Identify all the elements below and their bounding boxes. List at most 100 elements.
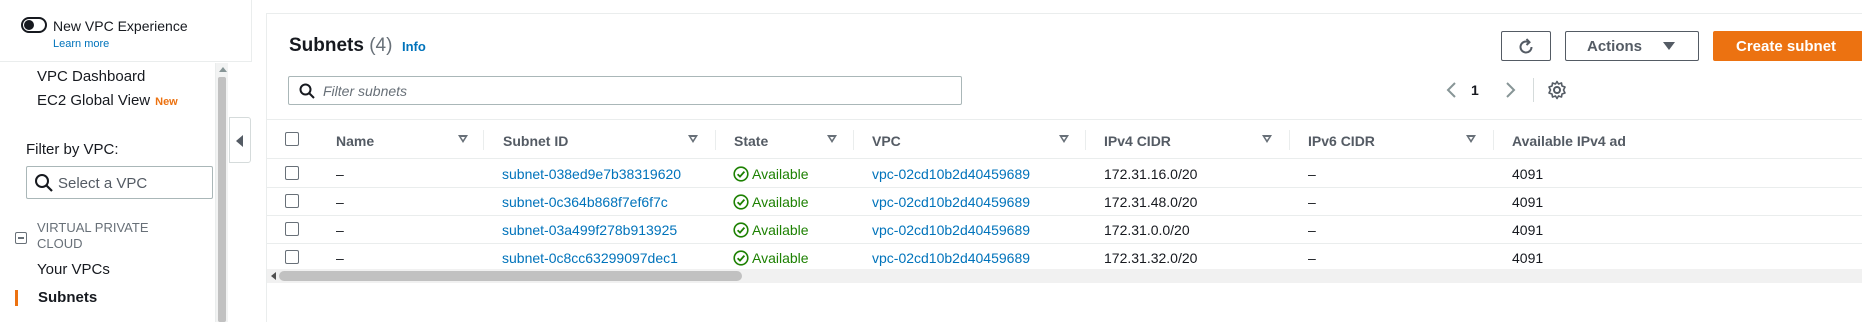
cell-ipv6-cidr: –	[1308, 222, 1316, 238]
cell-available-ipv4: 4091	[1512, 250, 1544, 266]
cell-vpc-link[interactable]: vpc-02cd10b2d40459689	[872, 222, 1030, 238]
row-checkbox[interactable]	[285, 166, 299, 180]
pagination-divider	[1533, 78, 1534, 102]
cell-ipv4-cidr: 172.31.32.0/20	[1104, 250, 1198, 266]
cell-subnet-id-link[interactable]: subnet-038ed9e7b38319620	[502, 166, 681, 182]
row-checkbox[interactable]	[285, 194, 299, 208]
table-row[interactable]: – subnet-038ed9e7b38319620 Available vpc…	[267, 160, 1862, 188]
column-header-subnet-id[interactable]: Subnet ID	[503, 133, 568, 149]
cell-subnet-id-link[interactable]: subnet-03a499f278b913925	[502, 222, 677, 238]
horizontal-scroll-thumb[interactable]	[279, 271, 742, 281]
cell-state: Available	[752, 250, 809, 266]
sidebar-item-label: EC2 Global View	[37, 92, 151, 109]
check-circle-icon	[733, 250, 749, 266]
current-page[interactable]: 1	[1471, 82, 1479, 98]
create-subnet-button[interactable]: Create subnet	[1713, 31, 1862, 61]
collapse-sidebar-button[interactable]	[229, 117, 251, 163]
column-header-name[interactable]: Name	[336, 133, 374, 149]
cell-name: –	[336, 222, 344, 238]
filter-placeholder: Filter subnets	[323, 83, 408, 99]
new-vpc-experience-toggle[interactable]	[21, 17, 47, 33]
vpc-filter-select[interactable]: Select a VPC	[26, 166, 213, 199]
scroll-up-arrow[interactable]	[219, 67, 227, 72]
check-circle-icon	[733, 194, 749, 210]
row-checkbox[interactable]	[285, 222, 299, 236]
check-circle-icon	[733, 222, 749, 238]
search-icon	[35, 174, 53, 192]
scroll-left-arrow[interactable]	[271, 272, 276, 280]
sidebar-item-your-vpcs[interactable]: Your VPCs	[37, 261, 110, 278]
info-link[interactable]: Info	[402, 39, 426, 54]
column-divider[interactable]	[1493, 130, 1494, 150]
active-indicator	[15, 290, 18, 306]
cell-ipv6-cidr: –	[1308, 194, 1316, 210]
select-all-checkbox[interactable]	[285, 132, 299, 146]
cell-state: Available	[752, 194, 809, 210]
column-divider[interactable]	[715, 130, 716, 150]
new-badge: New	[155, 96, 178, 108]
column-divider[interactable]	[853, 130, 854, 150]
column-divider[interactable]	[483, 130, 484, 150]
create-subnet-label: Create subnet	[1736, 38, 1837, 55]
cell-subnet-id-link[interactable]: subnet-0c364b868f7ef6f7c	[502, 194, 668, 210]
cell-state: Available	[752, 166, 809, 182]
page-title: Subnets (4)	[289, 35, 392, 57]
column-divider[interactable]	[1085, 130, 1086, 150]
cell-ipv4-cidr: 172.31.0.0/20	[1104, 222, 1190, 238]
filter-by-vpc-label: Filter by VPC:	[26, 141, 119, 158]
chevron-right-icon[interactable]	[1501, 80, 1519, 100]
actions-button[interactable]: Actions	[1565, 31, 1699, 61]
cell-available-ipv4: 4091	[1512, 166, 1544, 182]
chevron-left-icon	[236, 135, 243, 147]
sort-icon[interactable]	[1262, 135, 1272, 143]
cell-ipv4-cidr: 172.31.16.0/20	[1104, 166, 1198, 182]
collapse-section-icon[interactable]	[15, 232, 27, 244]
cell-vpc-link[interactable]: vpc-02cd10b2d40459689	[872, 166, 1030, 182]
column-header-state[interactable]: State	[734, 133, 768, 149]
cell-ipv6-cidr: –	[1308, 166, 1316, 182]
table-header: Name Subnet ID State VPC IPv4 CIDR IPv6 …	[267, 119, 1862, 159]
sidebar-item-ec2-global-view[interactable]: EC2 Global View New	[37, 92, 178, 109]
sort-icon[interactable]	[1059, 135, 1069, 143]
vpc-experience-panel: New VPC Experience Learn more	[0, 0, 252, 62]
cell-available-ipv4: 4091	[1512, 194, 1544, 210]
cell-name: –	[336, 194, 344, 210]
sidebar-item-subnets[interactable]: Subnets	[38, 289, 97, 306]
sort-icon[interactable]	[688, 135, 698, 143]
table-horizontal-scrollbar[interactable]	[267, 269, 1862, 283]
subnet-count: (4)	[369, 35, 393, 56]
section-title-virtual-private-cloud: VIRTUAL PRIVATE CLOUD	[37, 220, 149, 251]
refresh-button[interactable]	[1501, 31, 1551, 61]
cell-vpc-link[interactable]: vpc-02cd10b2d40459689	[872, 194, 1030, 210]
filter-subnets-input[interactable]: Filter subnets	[288, 76, 962, 105]
cell-name: –	[336, 166, 344, 182]
cell-subnet-id-link[interactable]: subnet-0c8cc63299097dec1	[502, 250, 678, 266]
page-title-text: Subnets	[289, 35, 364, 56]
cell-ipv6-cidr: –	[1308, 250, 1316, 266]
sort-icon[interactable]	[1466, 135, 1476, 143]
column-header-vpc[interactable]: VPC	[872, 133, 901, 149]
sort-icon[interactable]	[827, 135, 837, 143]
cell-vpc-link[interactable]: vpc-02cd10b2d40459689	[872, 250, 1030, 266]
sort-icon[interactable]	[458, 135, 468, 143]
column-divider[interactable]	[1289, 130, 1290, 150]
gear-icon[interactable]	[1547, 80, 1567, 100]
chevron-left-icon[interactable]	[1443, 80, 1461, 100]
learn-more-link[interactable]: Learn more	[53, 38, 109, 50]
sidebar-scroll-thumb[interactable]	[218, 77, 226, 322]
search-icon	[299, 83, 315, 99]
column-header-available-ipv4[interactable]: Available IPv4 ad	[1512, 133, 1626, 149]
row-checkbox[interactable]	[285, 250, 299, 264]
column-header-ipv4-cidr[interactable]: IPv4 CIDR	[1104, 133, 1171, 149]
cell-available-ipv4: 4091	[1512, 222, 1544, 238]
sidebar-item-vpc-dashboard[interactable]: VPC Dashboard	[37, 68, 145, 85]
cell-state: Available	[752, 222, 809, 238]
column-header-ipv6-cidr[interactable]: IPv6 CIDR	[1308, 133, 1375, 149]
sidebar-nav: VPC Dashboard EC2 Global View New Filter …	[0, 63, 215, 322]
table-row[interactable]: – subnet-0c8cc63299097dec1 Available vpc…	[267, 244, 1862, 272]
sidebar-scrollbar[interactable]	[215, 63, 228, 322]
subnets-panel: Subnets (4) Info Actions Create subnet F…	[266, 13, 1862, 322]
table-row[interactable]: – subnet-03a499f278b913925 Available vpc…	[267, 216, 1862, 244]
table-row[interactable]: – subnet-0c364b868f7ef6f7c Available vpc…	[267, 188, 1862, 216]
cell-ipv4-cidr: 172.31.48.0/20	[1104, 194, 1198, 210]
